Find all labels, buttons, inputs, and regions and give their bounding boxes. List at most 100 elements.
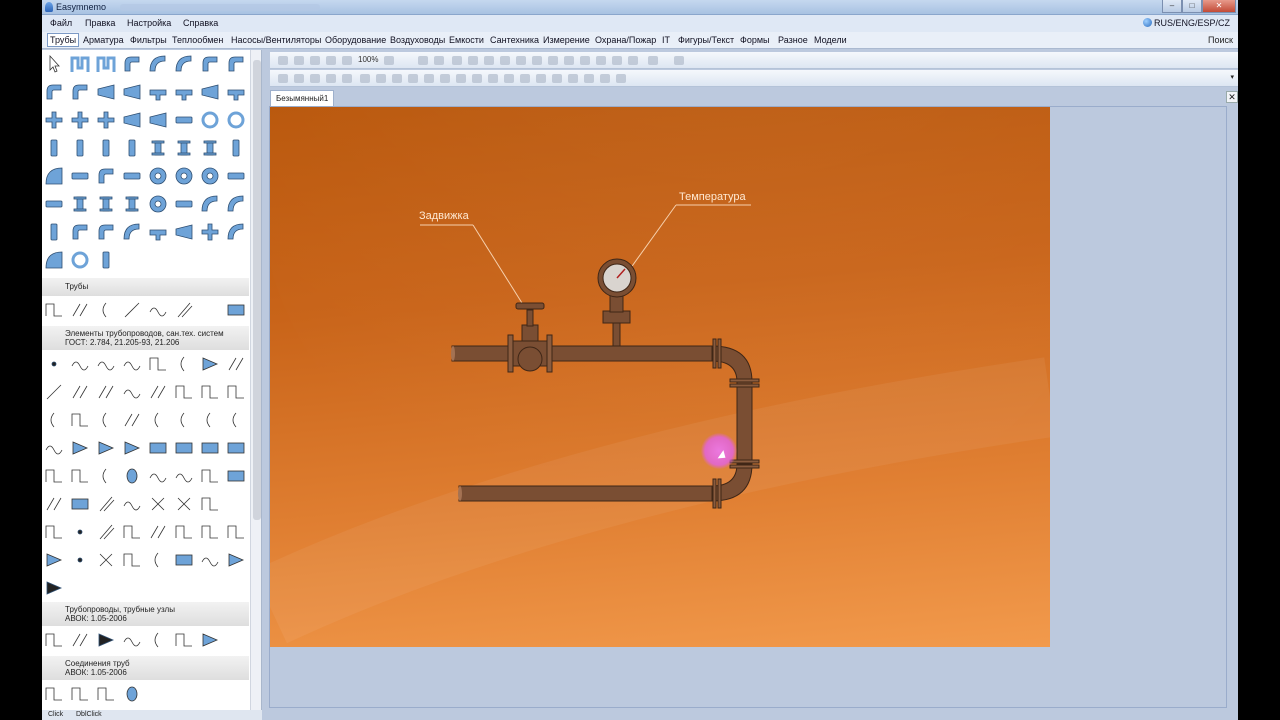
category-heat-exchange[interactable]: Теплообмен	[172, 35, 223, 45]
gost-symbol-l1-tile[interactable]	[174, 382, 194, 402]
close-document-icon[interactable]: ✕	[1226, 91, 1238, 103]
gost-symbol-l6-tile[interactable]	[96, 522, 116, 542]
toolbar-button[interactable]	[440, 74, 450, 83]
toolbar-button[interactable]	[294, 74, 304, 83]
pipeline-l1-tile[interactable]	[174, 630, 194, 650]
gost-l2-tile[interactable]	[70, 300, 90, 320]
pipe-disc-tile[interactable]	[148, 194, 168, 214]
toolbar-button[interactable]	[568, 74, 578, 83]
gost-symbol-l2-tile[interactable]	[148, 522, 168, 542]
pipe-elbow-tile[interactable]	[70, 222, 90, 242]
pipe-arc-tile[interactable]	[226, 194, 246, 214]
menu-file[interactable]: Файл	[50, 18, 72, 28]
toolbar-button[interactable]	[326, 74, 336, 83]
palette-scrollbar[interactable]	[250, 50, 261, 710]
pipe-ring-tile[interactable]	[70, 250, 90, 270]
gost-l1-tile[interactable]	[44, 300, 64, 320]
gost-symbol-l1-tile[interactable]	[226, 382, 246, 402]
toolbar-button[interactable]	[500, 56, 510, 65]
gost-symbol-ring-tile[interactable]	[226, 494, 246, 514]
gost-symbol-l3-tile[interactable]	[174, 354, 194, 374]
pipe-horiz-tile[interactable]	[174, 194, 194, 214]
pipe-vert-tile[interactable]	[96, 138, 116, 158]
category-tanks[interactable]: Емкости	[449, 35, 484, 45]
category-fittings[interactable]: Арматура	[83, 35, 124, 45]
gost-symbol-l1-tile[interactable]	[70, 410, 90, 430]
pipe-flange-tile[interactable]	[70, 194, 90, 214]
gost-symbol-box-tile[interactable]	[70, 494, 90, 514]
connection-l1-tile[interactable]	[70, 684, 90, 704]
connection-eye-tile[interactable]	[122, 684, 142, 704]
toolbar-button[interactable]	[520, 74, 530, 83]
pipe-horiz-tile[interactable]	[44, 194, 64, 214]
toolbar-button[interactable]	[468, 56, 478, 65]
gost-symbol-tri-tile[interactable]	[200, 354, 220, 374]
category-misc[interactable]: Разное	[778, 35, 808, 45]
pipe-cone-tile[interactable]	[96, 82, 116, 102]
gost-symbol-l3-tile[interactable]	[96, 466, 116, 486]
pipe-flange-tile[interactable]	[148, 138, 168, 158]
category-air-ducts[interactable]: Воздуховоды	[390, 35, 445, 45]
pipe-cross-tile[interactable]	[44, 110, 64, 130]
toolbar-button[interactable]	[310, 74, 320, 83]
category-models[interactable]: Модели	[814, 35, 847, 45]
toolbar-button[interactable]	[504, 74, 514, 83]
pipe-arc-tile[interactable]	[148, 54, 168, 74]
minimize-button[interactable]: –	[1162, 0, 1182, 13]
gost-l6-tile[interactable]	[174, 300, 194, 320]
gost-symbol-l1-tile[interactable]	[226, 522, 246, 542]
gost-symbol-l1-tile[interactable]	[200, 382, 220, 402]
gost-symbol-box-tile[interactable]	[226, 466, 246, 486]
gost-symbol-box-tile[interactable]	[174, 438, 194, 458]
pipe-flange-tile[interactable]	[96, 194, 116, 214]
pipe-flange-tile[interactable]	[200, 138, 220, 158]
pipe-zig-tile[interactable]	[70, 54, 90, 74]
toolbar-button[interactable]	[584, 74, 594, 83]
pipeline-l5-tile[interactable]	[122, 630, 142, 650]
category-forms[interactable]: Формы	[740, 35, 770, 45]
toolbar-button[interactable]	[564, 56, 574, 65]
vertical-pipe[interactable]	[736, 381, 753, 465]
gost-symbol-l3-tile[interactable]	[200, 410, 220, 430]
gost-symbol-l5-tile[interactable]	[44, 438, 64, 458]
gost-symbol-dot-tile[interactable]	[70, 550, 90, 570]
pipe-flange-tile[interactable]	[174, 138, 194, 158]
gost-l3-tile[interactable]	[96, 300, 116, 320]
maximize-button[interactable]: □	[1182, 0, 1202, 13]
pipe-cursor-tile[interactable]	[44, 54, 64, 74]
gost-symbol-x-tile[interactable]	[174, 494, 194, 514]
pipe-cross-tile[interactable]	[200, 222, 220, 242]
gost-symbol-l5-tile[interactable]	[200, 550, 220, 570]
pipe-vert-tile[interactable]	[122, 138, 142, 158]
category-filters[interactable]: Фильтры	[130, 35, 167, 45]
scrollbar-thumb[interactable]	[253, 60, 261, 520]
toolbar-button[interactable]	[472, 74, 482, 83]
gost-symbol-l5-tile[interactable]	[70, 354, 90, 374]
pipe-cross-tile[interactable]	[96, 110, 116, 130]
gost-symbol-box-tile[interactable]	[200, 438, 220, 458]
gost-symbol-dot-tile[interactable]	[44, 354, 64, 374]
gost-symbol-l5-tile[interactable]	[122, 354, 142, 374]
gost-symbol-l1-tile[interactable]	[200, 466, 220, 486]
pipe-elbow-tile[interactable]	[70, 82, 90, 102]
toolbar-button[interactable]	[326, 56, 336, 65]
pipeline-l1-tile[interactable]	[44, 630, 64, 650]
pipe-flange-tile[interactable]	[122, 194, 142, 214]
gost-symbol-box-tile[interactable]	[174, 550, 194, 570]
gost-symbol-l3-tile[interactable]	[96, 410, 116, 430]
gost-symbol-l5-tile[interactable]	[122, 382, 142, 402]
gost-symbol-l6-tile[interactable]	[96, 494, 116, 514]
document-tab[interactable]: Безымянный1	[270, 90, 335, 106]
gost-symbol-l3-tile[interactable]	[148, 550, 168, 570]
toolbar-button[interactable]	[278, 74, 288, 83]
pipe-cone-tile[interactable]	[174, 222, 194, 242]
pipe-elbow-tile[interactable]	[200, 54, 220, 74]
toolbar-button[interactable]	[452, 56, 462, 65]
gost-symbol-l5-tile[interactable]	[122, 494, 142, 514]
gost-symbol-l2-tile[interactable]	[44, 494, 64, 514]
section-header-pipes[interactable]: Трубы	[42, 278, 249, 296]
gost-symbol-tri-tile[interactable]	[122, 438, 142, 458]
gost-symbol-l5-tile[interactable]	[174, 466, 194, 486]
gost-symbol-l3-tile[interactable]	[226, 410, 246, 430]
pipe-half-tile[interactable]	[44, 166, 64, 186]
